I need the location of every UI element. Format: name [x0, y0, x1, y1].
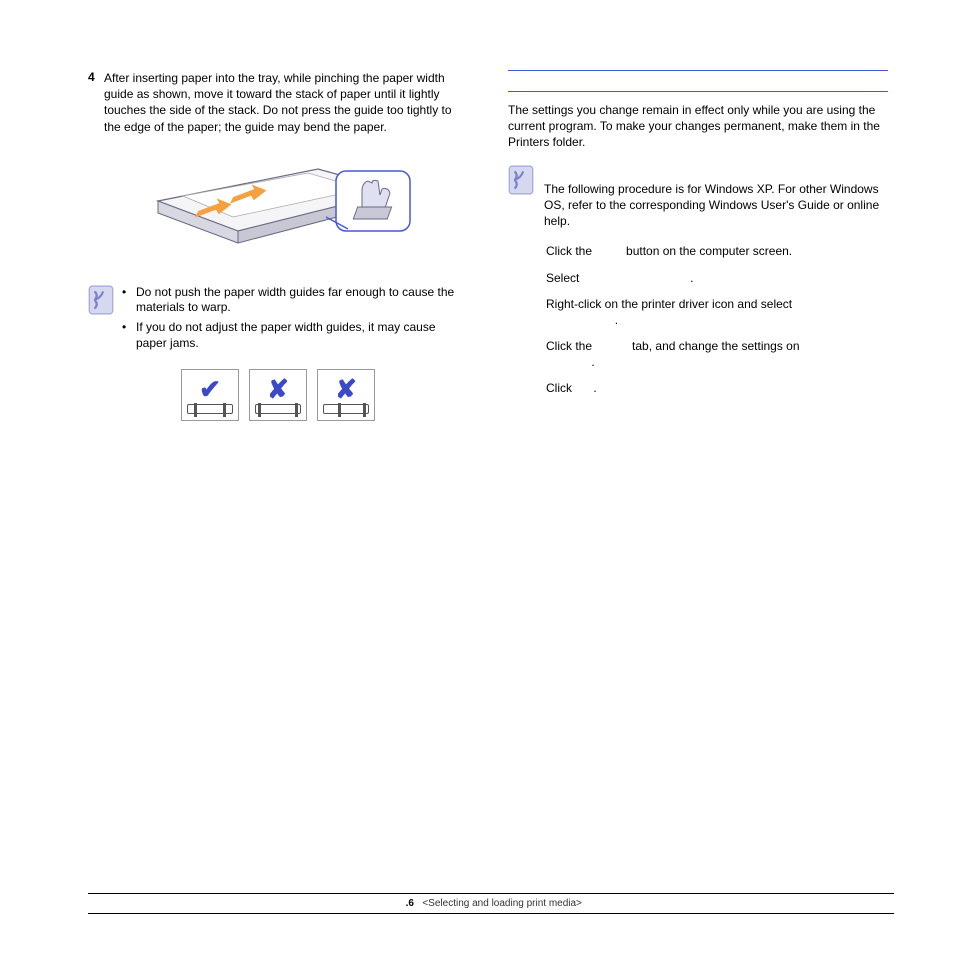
note-block-right: Note The following procedure is for Wind…	[508, 165, 888, 230]
right-column: Setting the paper size and type The sett…	[508, 70, 888, 421]
note-text-1: Do not push the paper width guides far e…	[136, 285, 468, 316]
step-5: 5 Click OK.	[530, 380, 888, 396]
section-rule-top	[508, 70, 888, 71]
step-4-text: After inserting paper into the tray, whi…	[104, 70, 468, 135]
note-right-label: Note	[544, 165, 888, 181]
step-1: 1 Click the Start button on the computer…	[530, 243, 888, 259]
tray-illustration	[138, 151, 418, 265]
step-4-number: 4	[88, 70, 98, 135]
section-rule-bottom	[508, 91, 888, 92]
page-number: 4.6	[400, 898, 414, 909]
note-bullet: • If you do not adjust the paper width g…	[122, 320, 468, 351]
paper-tray-diagram	[138, 151, 418, 265]
page-footer: 4.6 <Selecting and loading print media>	[88, 893, 894, 914]
section-heading: Setting the paper size and type	[508, 77, 888, 91]
alignment-wrong-offset-icon: ✘	[317, 369, 375, 421]
cross-icon: ✘	[335, 374, 357, 405]
step-4: 4 After inserting paper into the tray, w…	[88, 70, 468, 135]
note-block-left: • Do not push the paper width guides far…	[88, 285, 468, 355]
check-icon: ✔	[199, 374, 221, 405]
note-text-2: If you do not adjust the paper width gui…	[136, 320, 468, 351]
steps-list: 1 Click the Start button on the computer…	[508, 243, 888, 396]
alignment-icons-row: ✔ ✘ ✘	[88, 369, 468, 421]
note-right-text: The following procedure is for Windows X…	[544, 181, 888, 230]
alignment-wrong-wide-icon: ✘	[249, 369, 307, 421]
cross-icon: ✘	[267, 374, 289, 405]
note-right-block: Note The following procedure is for Wind…	[544, 165, 888, 230]
step-3: 3 Right-click on the printer driver icon…	[530, 296, 888, 328]
page-content: 4 After inserting paper into the tray, w…	[0, 0, 954, 421]
note-items: • Do not push the paper width guides far…	[122, 285, 468, 355]
section-title: <Selecting and loading print media>	[422, 898, 582, 909]
right-intro-text: The settings you change remain in effect…	[508, 102, 888, 151]
step-4r: 4 Click the Paper tab, and change the se…	[530, 338, 888, 370]
alignment-correct-icon: ✔	[181, 369, 239, 421]
note-icon	[88, 285, 114, 355]
step-2: 2 Select Printers and Faxes.	[530, 270, 888, 286]
left-column: 4 After inserting paper into the tray, w…	[88, 70, 468, 421]
note-icon	[508, 165, 534, 230]
note-bullet: • Do not push the paper width guides far…	[122, 285, 468, 316]
